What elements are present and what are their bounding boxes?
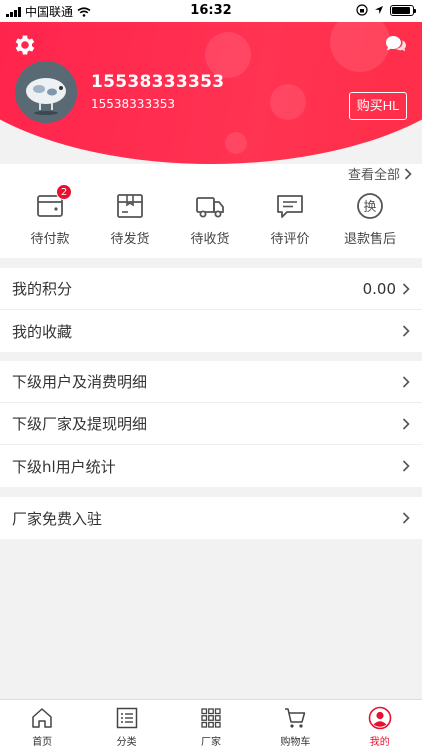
menu-group-account: 我的积分 0.00 我的收藏: [0, 268, 422, 352]
order-label: 待收货: [190, 232, 230, 247]
chevron-right-icon: [402, 325, 410, 337]
chevron-right-icon: [402, 460, 410, 472]
orders-section: 查看全部 2 待付款 待发货 待收货 待评价 换 退款售后: [0, 164, 422, 258]
points-value: 0.00: [362, 279, 396, 298]
tab-label: 我的: [369, 737, 390, 748]
bottom-tab-bar: 首页 分类 厂家 购物车 我的: [0, 699, 422, 750]
order-pending-receipt[interactable]: 待收货: [170, 192, 250, 247]
tab-factory[interactable]: 厂家: [169, 700, 253, 750]
chevron-right-icon: [404, 167, 412, 180]
header-decoration: [225, 132, 247, 154]
order-pending-shipment[interactable]: 待发货: [90, 192, 170, 247]
order-label: 待评价: [270, 232, 310, 247]
user-phone: 15538333353: [91, 97, 175, 111]
chevron-right-icon: [402, 282, 410, 295]
chevron-right-icon: [402, 512, 410, 524]
menu-label: 下级厂家及提现明细: [12, 415, 148, 433]
chevron-right-icon: [402, 375, 410, 388]
order-pending-payment[interactable]: 2 待付款: [10, 184, 90, 247]
menu-label: 我的积分: [12, 280, 73, 298]
avatar-image: [15, 61, 77, 123]
orientation-lock-icon: [356, 4, 368, 16]
menu-label: 厂家免费入驻: [12, 509, 103, 528]
order-label: 待付款: [30, 232, 70, 247]
truck-icon: [196, 197, 224, 218]
pending-payment-badge: 2: [56, 184, 72, 200]
order-refund-aftersales[interactable]: 换 退款售后: [330, 192, 410, 247]
tab-label: 厂家: [200, 737, 221, 748]
menu-label: 下级用户及消费明细: [12, 373, 148, 391]
status-right: [356, 4, 416, 16]
menu-label: 我的收藏: [12, 322, 73, 341]
tab-label: 首页: [32, 737, 53, 748]
home-icon: [32, 708, 52, 728]
tab-home[interactable]: 首页: [0, 700, 84, 750]
menu-item-sub-users[interactable]: 下级用户及消费明细: [0, 361, 422, 403]
profile-header: 15538333353 15538333353 购买HL: [0, 22, 422, 164]
buy-hl-button[interactable]: 购买HL: [349, 92, 407, 120]
username: 15538333353: [91, 72, 225, 92]
settings-gear-icon[interactable]: [12, 32, 38, 58]
tab-category[interactable]: 分类: [84, 700, 168, 750]
svg-text:换: 换: [363, 200, 376, 215]
chevron-right-icon: [402, 417, 410, 430]
tab-label: 购物车: [280, 737, 311, 748]
location-icon: [375, 6, 383, 14]
avatar[interactable]: [15, 61, 77, 123]
menu-item-factory-join[interactable]: 厂家免费入驻: [0, 497, 422, 539]
menu-item-hl-stats[interactable]: 下级hl用户统计: [0, 445, 422, 487]
status-bar: 中国联通 16:32: [0, 0, 422, 22]
tab-label: 分类: [116, 737, 137, 748]
box-icon: [117, 194, 143, 218]
battery-icon: [390, 4, 416, 16]
tab-mine[interactable]: 我的: [338, 700, 422, 750]
header-decoration: [270, 84, 306, 120]
list-icon: [116, 707, 137, 729]
view-all-label: 查看全部: [347, 168, 400, 183]
menu-item-points[interactable]: 我的积分 0.00: [0, 268, 422, 310]
order-pending-review[interactable]: 待评价: [250, 192, 330, 247]
message-icon[interactable]: [384, 32, 408, 56]
menu-group-subordinates: 下级用户及消费明细 下级厂家及提现明细 下级hl用户统计: [0, 361, 422, 487]
view-all-orders-link[interactable]: 查看全部: [348, 164, 412, 183]
order-label: 退款售后: [343, 232, 396, 247]
order-label: 待发货: [110, 232, 150, 247]
grid-icon: [201, 708, 221, 728]
profile-icon: [368, 706, 392, 730]
cart-icon: [285, 708, 306, 728]
exchange-icon: 换: [357, 193, 383, 219]
menu-group-factory: 厂家免费入驻: [0, 497, 422, 539]
tab-cart[interactable]: 购物车: [253, 700, 337, 750]
menu-item-favorites[interactable]: 我的收藏: [0, 310, 422, 352]
order-status-row: 2 待付款 待发货 待收货 待评价 换 退款售后: [0, 184, 422, 247]
menu-label: 下级hl用户统计: [12, 457, 116, 476]
menu-item-sub-factories[interactable]: 下级厂家及提现明细: [0, 403, 422, 445]
comment-icon: [277, 195, 303, 218]
